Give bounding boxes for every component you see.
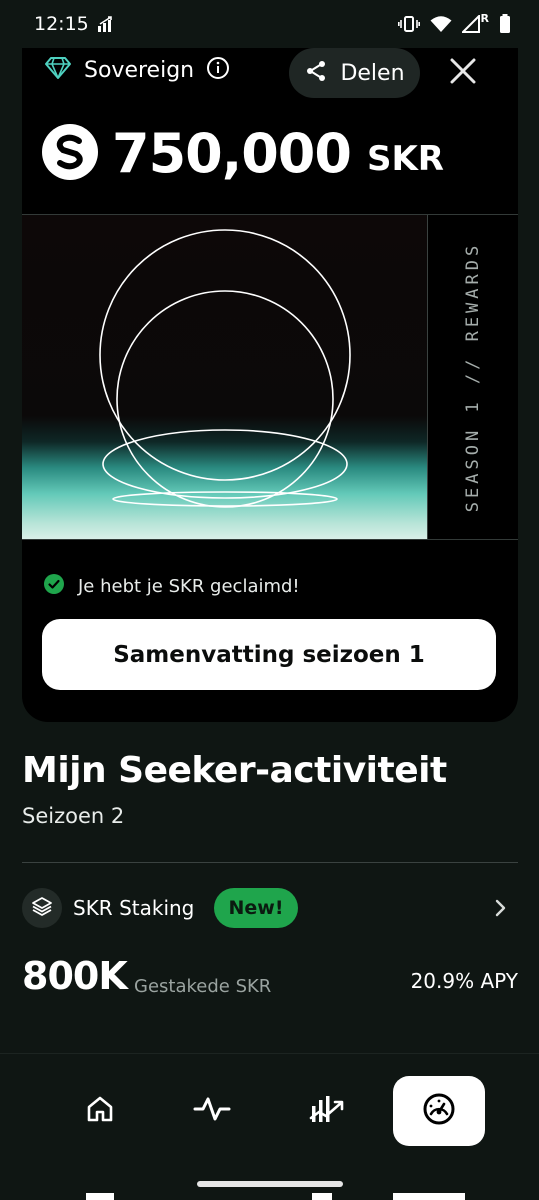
staking-apy: 20.9% APY [410, 969, 518, 993]
peek-fragment [312, 1193, 332, 1200]
close-icon [450, 58, 476, 88]
nav-activity[interactable] [166, 1076, 258, 1146]
tier-label: Sovereign [84, 57, 195, 83]
status-bar: 12:15 R [0, 0, 539, 48]
vibrate-icon [397, 15, 420, 33]
share-button[interactable]: Delen [289, 48, 420, 98]
battery-icon [499, 14, 511, 34]
status-right: R [397, 12, 511, 34]
staking-label: SKR Staking [73, 896, 195, 920]
activity-season: Seizoen 2 [22, 804, 125, 828]
season-summary-button[interactable]: Samenvatting seizoen 1 [42, 619, 496, 690]
reward-amount: 750,000 SKR [42, 122, 444, 185]
signal-icon: R [461, 12, 489, 33]
activity-icon [193, 1094, 231, 1128]
staking-icon-container [22, 888, 62, 928]
skr-token-icon [42, 123, 98, 184]
chevron-right-icon [494, 898, 508, 922]
diamond-icon [44, 56, 72, 84]
wifi-icon [430, 15, 452, 33]
skr-staking-row[interactable]: SKR Staking New! [22, 886, 518, 930]
season-rewards-label: SEASON 1 // REWARDS [463, 241, 483, 513]
dashboard-gauge-icon [422, 1092, 456, 1130]
activity-title: Mijn Seeker-activiteit [22, 750, 447, 791]
close-button[interactable] [446, 56, 480, 90]
data-activity-icon [97, 15, 115, 33]
season-art-sidebar: SEASON 1 // REWARDS [427, 215, 518, 539]
bottom-nav [0, 1054, 539, 1200]
amount-value: 750,000 [112, 122, 352, 185]
staked-amount: 800K [22, 954, 128, 998]
amount-unit: SKR [366, 138, 444, 179]
tier-badge: Sovereign [44, 56, 230, 84]
home-indicator[interactable] [197, 1181, 343, 1187]
season-art-image [22, 215, 427, 539]
trending-chart-icon [309, 1092, 345, 1130]
nav-trending[interactable] [281, 1076, 373, 1146]
status-left: 12:15 [34, 13, 115, 35]
peek-fragment [393, 1193, 465, 1200]
peek-fragment [86, 1193, 114, 1200]
section-divider [22, 862, 518, 863]
home-icon [85, 1094, 115, 1128]
card-header: Sovereign Delen [22, 48, 518, 98]
claimed-status: Je hebt je SKR geclaimd! [44, 574, 300, 598]
screen: 12:15 R Sovereign Delen 750,000 SKR SEAS… [0, 0, 539, 1200]
staked-caption: Gestakede SKR [134, 976, 272, 997]
info-icon[interactable] [206, 56, 230, 84]
new-badge: New! [214, 888, 298, 928]
check-circle-icon [44, 574, 64, 598]
nav-home[interactable] [54, 1076, 146, 1146]
layers-icon [31, 895, 53, 921]
rewards-card: Sovereign Delen 750,000 SKR SEASON 1 // … [22, 48, 518, 722]
claimed-text: Je hebt je SKR geclaimd! [78, 575, 300, 597]
status-time: 12:15 [34, 13, 89, 35]
season-art: SEASON 1 // REWARDS [22, 214, 518, 540]
stake-summary: 800K Gestakede SKR 20.9% APY [22, 954, 518, 1004]
share-label: Delen [340, 60, 405, 86]
network-badge: R [480, 12, 489, 25]
share-icon [304, 59, 328, 87]
nav-dashboard[interactable] [393, 1076, 485, 1146]
